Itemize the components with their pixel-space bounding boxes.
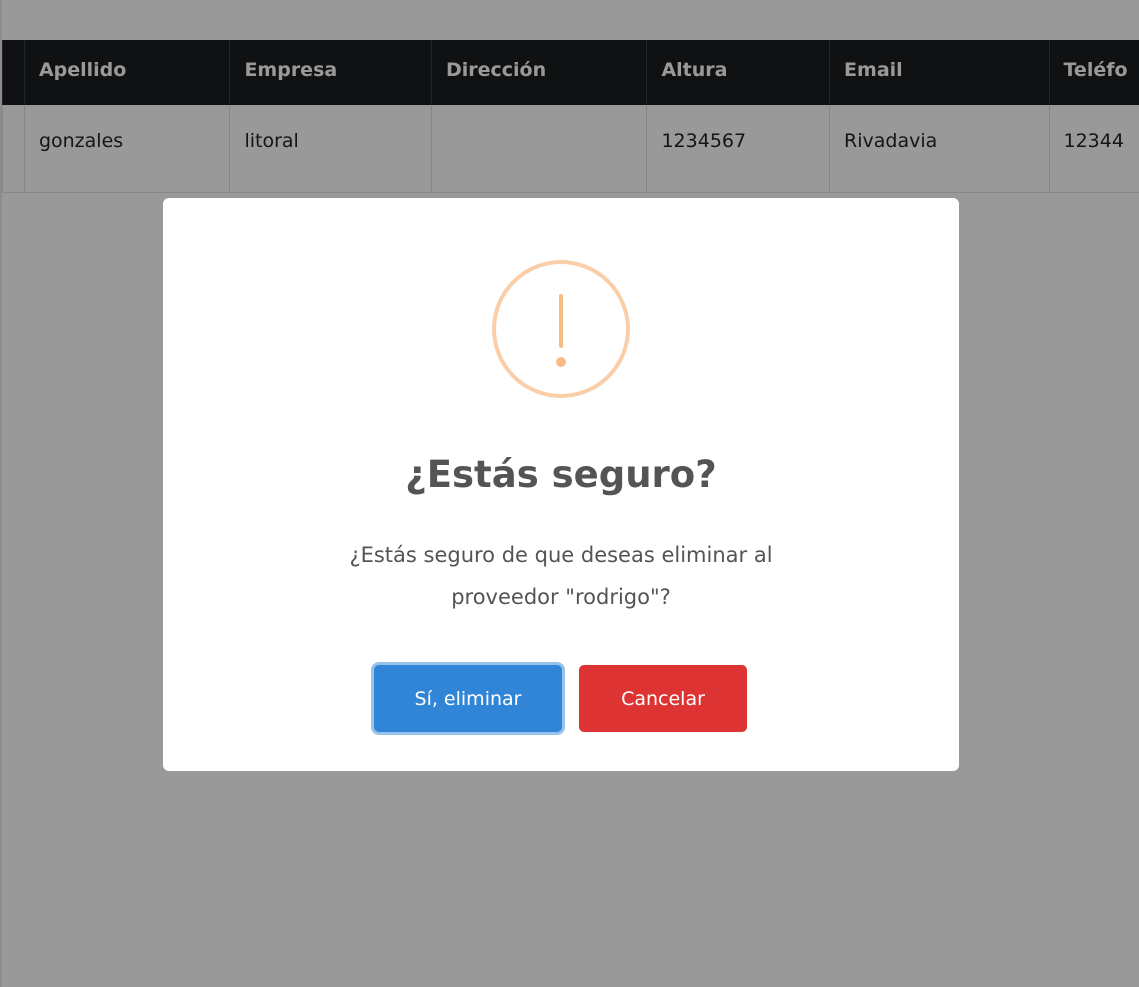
warning-icon [492, 260, 630, 398]
dialog-title: ¿Estás seguro? [405, 453, 717, 496]
exclamation-dot [556, 357, 566, 367]
dialog-message-line-1: ¿Estás seguro de que deseas eliminar al [349, 543, 773, 567]
dialog-message-line-2: proveedor "rodrigo"? [451, 585, 671, 609]
cancel-button[interactable]: Cancelar [579, 665, 747, 732]
confirm-delete-dialog: ¿Estás seguro? ¿Estás seguro de que dese… [163, 198, 959, 771]
exclamation-bar [559, 294, 563, 348]
confirm-delete-button[interactable]: Sí, eliminar [374, 665, 562, 732]
dialog-message: ¿Estás seguro de que deseas eliminar al … [261, 534, 861, 618]
